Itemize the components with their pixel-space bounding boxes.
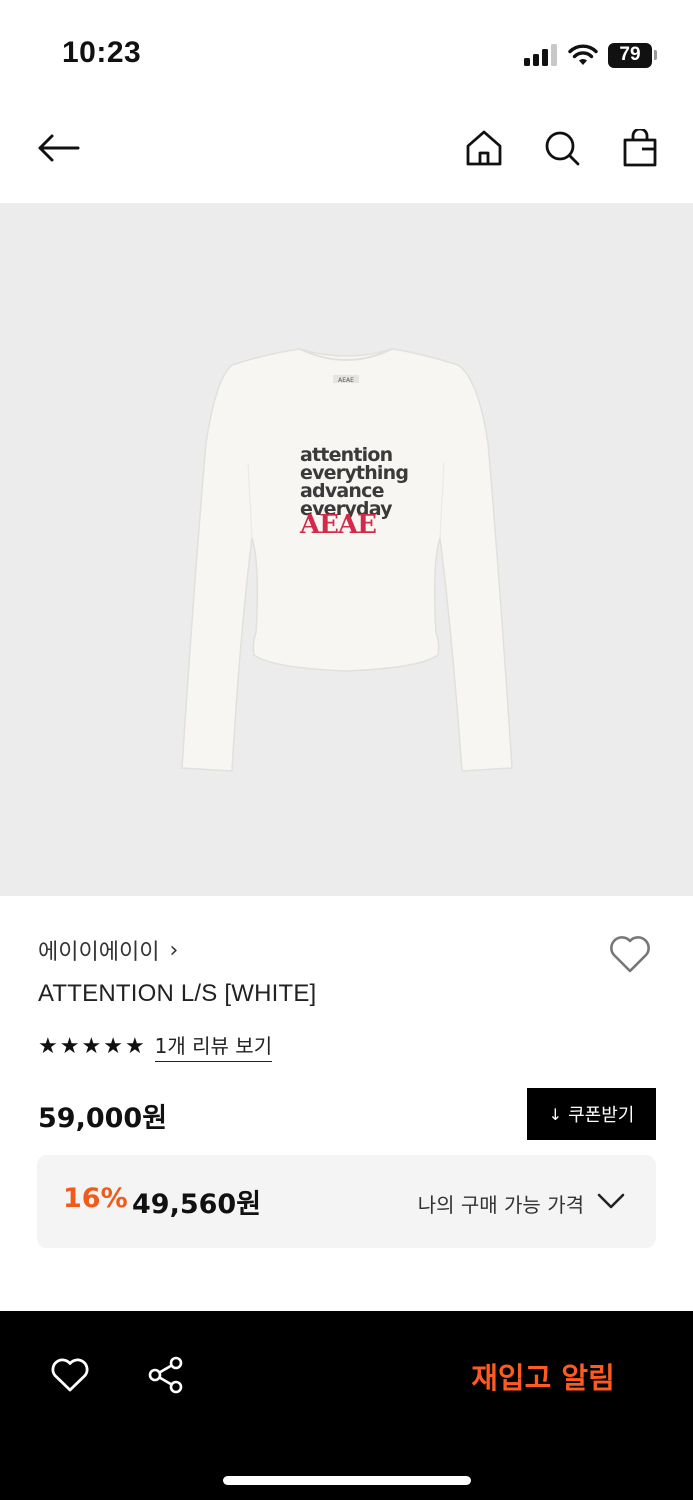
arrow-left-icon — [38, 134, 80, 162]
bottom-action-bar: 재입고 알림 — [0, 1311, 693, 1500]
share-button[interactable] — [142, 1351, 190, 1399]
like-button[interactable] — [46, 1351, 94, 1399]
home-icon — [466, 130, 502, 166]
status-time: 10:23 — [62, 36, 142, 69]
brand-name: 에이이에이이 — [38, 940, 160, 965]
back-button[interactable] — [30, 126, 86, 170]
star-icon: ★ — [81, 1033, 102, 1059]
share-icon — [148, 1356, 183, 1394]
review-link[interactable]: 1개 리뷰 보기 — [154, 1030, 273, 1062]
neck-label: AEAE — [338, 377, 354, 384]
rating-row: ★ ★ ★ ★ ★ 1개 리뷰 보기 — [38, 1030, 273, 1062]
print-logo: AEAE — [299, 510, 376, 540]
cellular-signal-icon — [524, 44, 557, 66]
chevron-right-icon: › — [169, 937, 179, 963]
my-price-box[interactable]: 16% 49,560원 나의 구매 가능 가격 — [37, 1155, 656, 1248]
star-icon: ★ — [124, 1033, 145, 1059]
home-indicator — [223, 1476, 471, 1485]
heart-icon — [610, 936, 650, 973]
product-image[interactable]: AEAE attention everything advance everyd… — [0, 203, 693, 896]
status-bar: 10:23 79 — [0, 0, 693, 100]
search-icon — [545, 131, 580, 166]
discount-price: 49,560원 — [132, 1189, 262, 1220]
battery-indicator: 79 — [608, 42, 657, 68]
home-button[interactable] — [460, 124, 508, 172]
shopping-bag-button[interactable] — [616, 124, 664, 172]
coupon-button-label: 쿠폰받기 — [568, 1105, 635, 1126]
brand-link[interactable]: 에이이에이이 › — [38, 934, 178, 966]
star-icon: ★ — [103, 1033, 123, 1059]
heart-icon — [51, 1358, 89, 1392]
restock-alert-button[interactable]: 재입고 알림 — [440, 1351, 646, 1401]
nav-bar — [0, 100, 693, 203]
product-name: ATTENTION L/S [WHITE] — [38, 980, 317, 1007]
discount-rate: 16% — [63, 1183, 128, 1214]
wishlist-button[interactable] — [604, 930, 656, 978]
shopping-bag-icon — [623, 129, 657, 167]
original-price: 59,000원 — [38, 1103, 168, 1134]
chevron-down-icon — [597, 1193, 625, 1209]
status-icons: 79 — [524, 40, 657, 70]
wifi-icon — [568, 44, 598, 65]
rating-stars: ★ ★ ★ ★ ★ — [38, 1034, 145, 1059]
my-price-label: 나의 구매 가능 가격 — [417, 1193, 584, 1217]
battery-level: 79 — [608, 42, 652, 68]
star-icon: ★ — [38, 1033, 58, 1059]
battery-cap — [654, 50, 657, 60]
search-button[interactable] — [538, 124, 586, 172]
download-icon: ↓ — [548, 1104, 563, 1124]
coupon-button[interactable]: ↓ 쿠폰받기 — [527, 1088, 656, 1140]
shirt-illustration: AEAE attention everything advance everyd… — [181, 348, 513, 772]
star-icon: ★ — [59, 1033, 80, 1059]
